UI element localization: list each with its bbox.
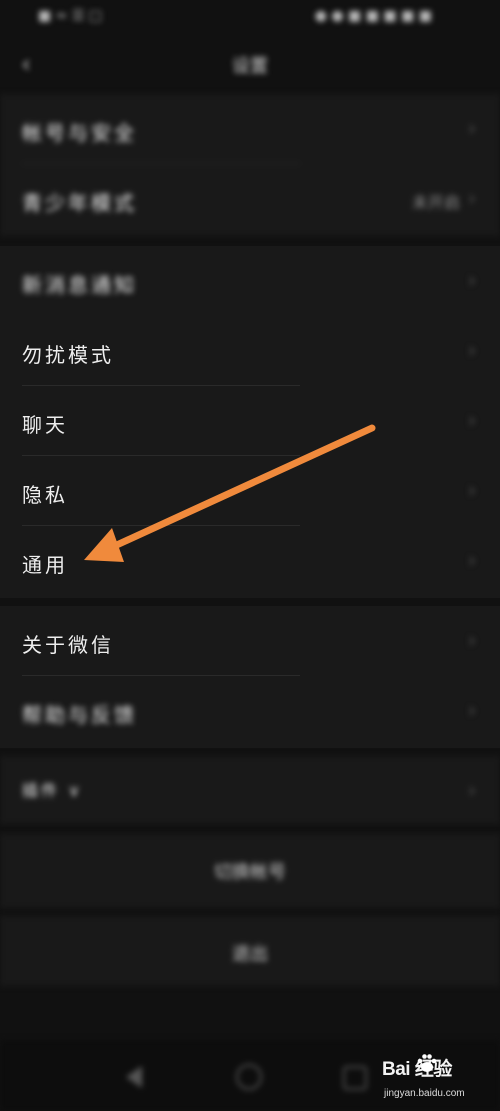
chevron-right-icon: ›: [468, 478, 476, 502]
settings-group-plugins: 插件 ∨ ›: [0, 756, 500, 824]
settings-item-chat[interactable]: 聊天 ›: [0, 386, 500, 456]
settings-item-privacy[interactable]: 隐私 ›: [0, 456, 500, 526]
chevron-right-icon: ›: [468, 548, 476, 572]
settings-item-plugins[interactable]: 插件 ∨ ›: [0, 756, 500, 826]
settings-group-about: 关于微信 › 帮助与反馈 ›: [0, 606, 500, 748]
nav-home-icon[interactable]: [236, 1064, 262, 1090]
watermark-url: jingyan.baidu.com: [384, 1088, 465, 1099]
status-right-icons: ● ● ■ ■ ■ ■ ■: [314, 8, 432, 24]
chevron-right-icon: ›: [468, 338, 476, 362]
switch-account-button[interactable]: 切换帐号: [0, 834, 500, 908]
settings-item-label: 插件 ∨: [22, 781, 83, 800]
settings-item-value: 未开启: [411, 193, 460, 212]
chevron-right-icon: ›: [468, 408, 476, 432]
settings-item-label: 隐私: [22, 483, 68, 507]
settings-item-label: 新消息通知: [22, 273, 137, 297]
status-left-icons: ■ ≈ ☰ □: [38, 8, 103, 24]
settings-item-account-security[interactable]: 帐号与安全 ›: [0, 94, 500, 164]
settings-item-label: 帐号与安全: [22, 121, 137, 145]
settings-item-general[interactable]: 通用 ›: [0, 526, 500, 596]
nav-back-icon[interactable]: [126, 1066, 142, 1088]
nav-recent-apps-icon[interactable]: [343, 1066, 367, 1090]
settings-group-preferences: 新消息通知 › 勿扰模式 › 聊天 › 隐私 › 通用 ›: [0, 246, 500, 598]
settings-item-label: 聊天: [22, 413, 68, 437]
chevron-right-icon: ›: [468, 778, 476, 802]
settings-item-label: 勿扰模式: [22, 343, 114, 367]
baidu-watermark: Bai 经验 jingyan.baidu.com: [382, 1052, 498, 1108]
settings-item-label: 关于微信: [22, 633, 114, 657]
settings-item-notifications[interactable]: 新消息通知 ›: [0, 246, 500, 316]
header: ‹ 设置: [0, 36, 500, 94]
settings-item-label: 帮助与反馈: [22, 703, 137, 727]
settings-group-account: 帐号与安全 › 青少年模式 未开启 ›: [0, 94, 500, 236]
chevron-right-icon: ›: [468, 628, 476, 652]
page-title: 设置: [232, 56, 268, 77]
settings-item-about-wechat[interactable]: 关于微信 ›: [0, 606, 500, 676]
chevron-right-icon: ›: [468, 116, 476, 140]
settings-item-label: 青少年模式: [22, 191, 137, 215]
chevron-right-icon: ›: [468, 268, 476, 292]
paw-icon: [417, 1054, 437, 1072]
logout-button[interactable]: 退出: [0, 916, 500, 986]
switch-account-label: 切换帐号: [214, 862, 286, 883]
settings-item-do-not-disturb[interactable]: 勿扰模式 ›: [0, 316, 500, 386]
status-bar: ■ ≈ ☰ □ ● ● ■ ■ ■ ■ ■: [0, 0, 500, 36]
settings-item-help-feedback[interactable]: 帮助与反馈 ›: [0, 676, 500, 746]
settings-item-label: 通用: [22, 553, 68, 577]
chevron-right-icon: ›: [468, 698, 476, 722]
logout-label: 退出: [232, 944, 268, 965]
chevron-right-icon: ›: [468, 186, 476, 210]
settings-item-teen-mode[interactable]: 青少年模式 未开启 ›: [0, 164, 500, 234]
